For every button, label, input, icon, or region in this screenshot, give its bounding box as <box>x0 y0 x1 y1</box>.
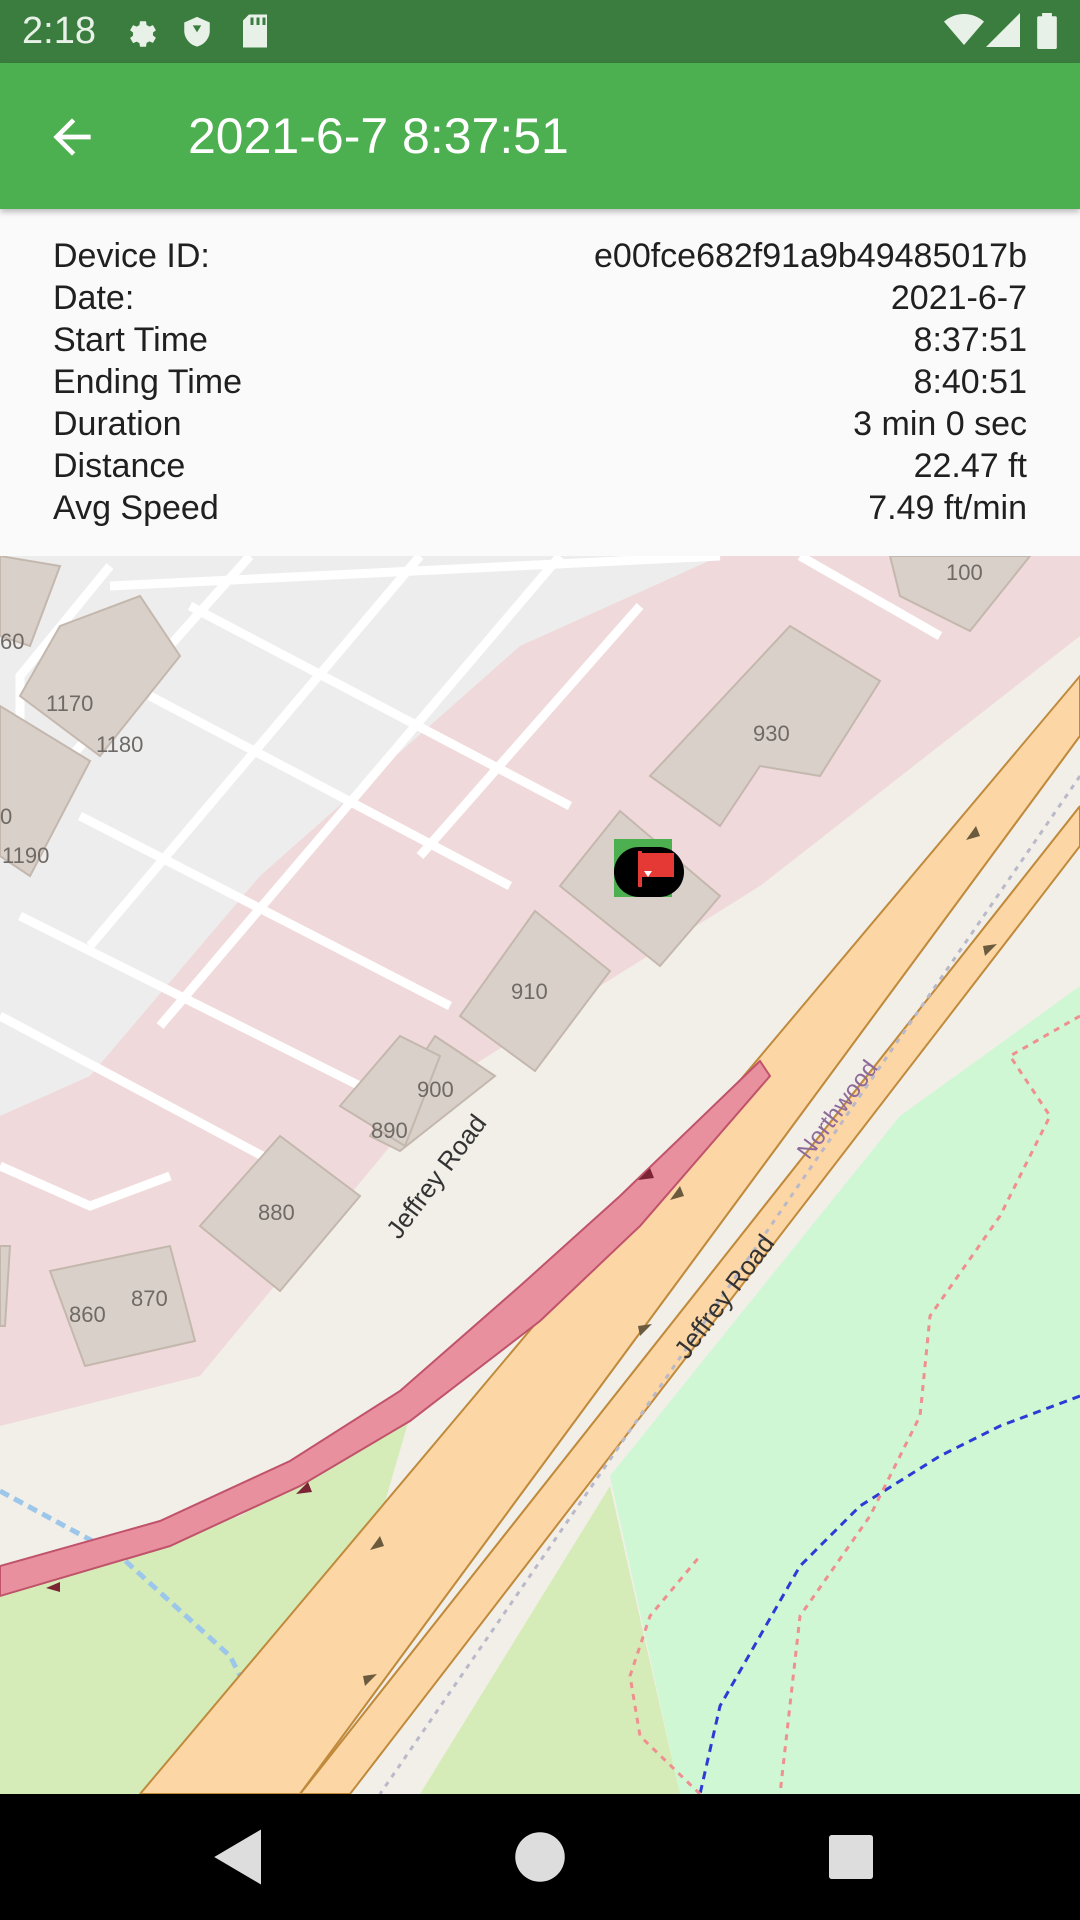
building-number: 0 <box>0 804 13 829</box>
red-flag-icon <box>638 851 674 887</box>
recents-square-icon[interactable] <box>818 1824 884 1890</box>
wifi-icon <box>944 14 984 45</box>
building-number: 1180 <box>96 732 144 757</box>
building-number: 1190 <box>2 843 50 868</box>
building-number: 900 <box>417 1077 454 1102</box>
building-number: 860 <box>69 1302 106 1327</box>
building-number: 870 <box>131 1286 168 1311</box>
app-bar: 2021-6-7 8:37:51 <box>0 63 1080 209</box>
page-title: 2021-6-7 8:37:51 <box>188 108 569 164</box>
status-bar: 2:18 <box>0 0 1080 63</box>
detail-label: Distance <box>53 447 186 485</box>
detail-row-duration: Duration 3 min 0 sec <box>53 405 1027 447</box>
detail-label: Avg Speed <box>53 489 219 527</box>
detail-label: Duration <box>53 405 182 443</box>
arrow-back-icon[interactable] <box>44 109 100 165</box>
detail-row-device-id: Device ID: e00fce682f91a9b49485017b <box>53 237 1027 279</box>
detail-label: Date: <box>53 279 135 317</box>
location-marker[interactable] <box>614 839 686 899</box>
building-number: 890 <box>371 1118 408 1143</box>
detail-label: Ending Time <box>53 363 242 401</box>
building-number: 100 <box>946 560 983 585</box>
detail-value: 8:40:51 <box>913 363 1027 401</box>
detail-row-start-time: Start Time 8:37:51 <box>53 321 1027 363</box>
trip-details: Device ID: e00fce682f91a9b49485017b Date… <box>0 209 1080 556</box>
settings-icon <box>130 21 156 47</box>
building-number: 1170 <box>46 691 94 716</box>
back-triangle-icon[interactable] <box>206 1824 272 1890</box>
building-number: 910 <box>511 979 548 1004</box>
detail-label: Device ID: <box>53 237 210 275</box>
detail-value: 8:37:51 <box>913 321 1027 359</box>
building-number: 880 <box>258 1200 295 1225</box>
detail-value: 2021-6-7 <box>890 279 1027 317</box>
detail-row-avg-speed: Avg Speed 7.49 ft/min <box>53 489 1027 531</box>
sd-card-icon <box>243 14 267 48</box>
detail-value: e00fce682f91a9b49485017b <box>594 237 1027 275</box>
detail-value: 22.47 ft <box>913 447 1027 485</box>
building-number: 930 <box>753 721 790 746</box>
building-number: 60 <box>0 629 25 654</box>
home-circle-icon[interactable] <box>507 1824 573 1890</box>
status-time: 2:18 <box>22 10 96 52</box>
detail-row-ending-time: Ending Time 8:40:51 <box>53 363 1027 405</box>
map-canvas[interactable] <box>0 556 1080 1794</box>
detail-value: 7.49 ft/min <box>868 489 1027 527</box>
cell-signal-icon <box>986 13 1020 47</box>
shield-icon <box>184 16 210 47</box>
detail-row-date: Date: 2021-6-7 <box>53 279 1027 321</box>
battery-icon <box>1037 13 1057 49</box>
system-nav-bar <box>0 1794 1080 1920</box>
detail-value: 3 min 0 sec <box>853 405 1027 443</box>
detail-row-distance: Distance 22.47 ft <box>53 447 1027 489</box>
map-view[interactable]: 100 930 1170 1180 1190 60 0 910 900 890 … <box>0 556 1080 1794</box>
detail-label: Start Time <box>53 321 208 359</box>
